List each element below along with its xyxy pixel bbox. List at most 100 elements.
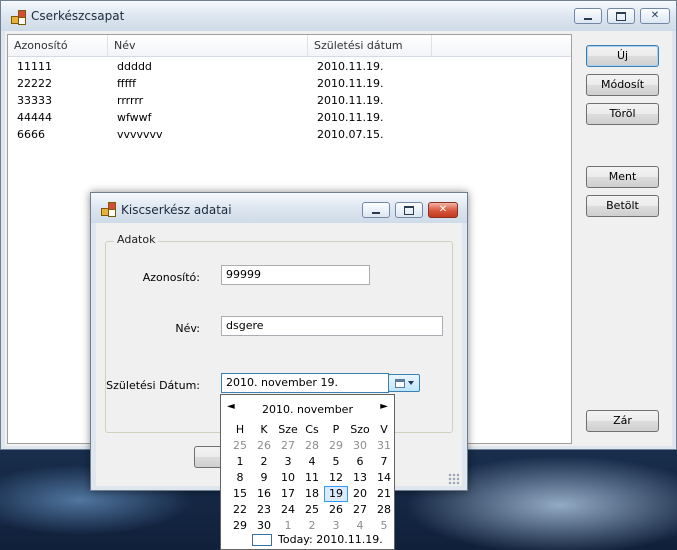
calendar-day[interactable]: 31	[372, 438, 396, 454]
calendar-day-selected[interactable]: 19	[324, 486, 348, 502]
calendar-day[interactable]: 25	[300, 502, 324, 518]
cell-name: rrrrrr	[117, 94, 144, 107]
list-row[interactable]: 11111 ddddd 2010.11.19.	[8, 58, 571, 75]
list-row[interactable]: 6666 vvvvvvv 2010.07.15.	[8, 126, 571, 143]
calendar-day[interactable]: 13	[348, 470, 372, 486]
calendar-icon	[394, 378, 405, 388]
calendar-day[interactable]: 23	[252, 502, 276, 518]
weekday-header: Sze	[278, 423, 298, 436]
calendar-day[interactable]: 2	[252, 454, 276, 470]
modify-button[interactable]: Módosít	[586, 74, 659, 96]
calendar-day[interactable]: 11	[300, 470, 324, 486]
load-button[interactable]: Betölt	[586, 195, 659, 217]
list-header: Azonosító Név Születési dátum	[8, 35, 571, 57]
cell-id: 44444	[17, 111, 52, 124]
list-row[interactable]: 44444 wfwwf 2010.11.19.	[8, 109, 571, 126]
name-field[interactable]: dsgere	[221, 316, 443, 336]
dialog-minimize-button[interactable]	[362, 202, 390, 218]
calendar-day[interactable]: 30	[348, 438, 372, 454]
delete-button[interactable]: Töröl	[586, 103, 659, 125]
chevron-right-icon[interactable]: ►	[380, 401, 388, 412]
calendar-day[interactable]: 3	[276, 454, 300, 470]
resize-grip[interactable]	[448, 473, 460, 485]
calendar-day[interactable]: 21	[372, 486, 396, 502]
calendar-day[interactable]: 24	[276, 502, 300, 518]
calendar-day[interactable]: 8	[228, 470, 252, 486]
weekday-header: P	[332, 423, 340, 436]
cell-name: vvvvvvv	[117, 128, 163, 141]
calendar-day[interactable]: 27	[276, 438, 300, 454]
close-button[interactable]: Zár	[586, 410, 659, 432]
calendar-day[interactable]: 2	[300, 518, 324, 534]
calendar-day[interactable]: 26	[324, 502, 348, 518]
app-icon	[11, 10, 27, 25]
calendar-day[interactable]: 9	[252, 470, 276, 486]
calendar-day[interactable]: 27	[348, 502, 372, 518]
birth-label: Születési Dátum:	[106, 379, 200, 392]
main-window-title: Cserkészcsapat	[31, 9, 125, 23]
calendar-month-title[interactable]: 2010. november	[221, 403, 394, 416]
dialog-app-icon	[101, 202, 117, 217]
calendar-day[interactable]: 5	[372, 518, 396, 534]
column-header-birth[interactable]: Születési dátum	[308, 35, 432, 56]
list-row[interactable]: 22222 fffff 2010.11.19.	[8, 75, 571, 92]
minimize-icon	[372, 211, 380, 214]
cell-birth: 2010.11.19.	[317, 111, 384, 124]
calendar-day[interactable]: 15	[228, 486, 252, 502]
weekday-header: V	[380, 423, 388, 436]
column-header-name[interactable]: Név	[108, 35, 308, 56]
date-dropdown-button[interactable]	[388, 374, 420, 392]
calendar-day[interactable]: 29	[228, 518, 252, 534]
dialog-titlebar[interactable]: Kiscserkész adatai ✕	[91, 193, 467, 223]
group-caption: Adatok	[114, 233, 159, 246]
name-label: Név:	[175, 322, 200, 335]
weekday-header: Szo	[350, 423, 370, 436]
cell-name: wfwwf	[117, 111, 152, 124]
maximize-icon	[404, 205, 414, 215]
minimize-button[interactable]	[574, 8, 602, 24]
month-calendar[interactable]: ◄ 2010. november ► H K Sze Cs P Szo V 25…	[220, 394, 395, 550]
calendar-day[interactable]: 28	[300, 438, 324, 454]
calendar-day[interactable]: 16	[252, 486, 276, 502]
calendar-day[interactable]: 14	[372, 470, 396, 486]
cell-birth: 2010.07.15.	[317, 128, 384, 141]
new-button[interactable]: Új	[586, 45, 659, 67]
birth-date-picker[interactable]: 2010. november 19.	[221, 373, 389, 393]
calendar-day[interactable]: 1	[228, 454, 252, 470]
calendar-day[interactable]: 22	[228, 502, 252, 518]
calendar-day[interactable]: 10	[276, 470, 300, 486]
close-window-button[interactable]: ✕	[640, 8, 670, 24]
calendar-day[interactable]: 26	[252, 438, 276, 454]
calendar-day[interactable]: 30	[252, 518, 276, 534]
calendar-day[interactable]: 12	[324, 470, 348, 486]
calendar-day[interactable]: 25	[228, 438, 252, 454]
calendar-day[interactable]: 1	[276, 518, 300, 534]
dialog-close-button[interactable]: ✕	[428, 202, 458, 218]
dialog-title: Kiscserkész adatai	[121, 203, 232, 217]
maximize-icon	[616, 11, 626, 21]
calendar-day[interactable]: 7	[372, 454, 396, 470]
close-icon: ✕	[650, 10, 660, 21]
today-link[interactable]: Today: 2010.11.19.	[278, 533, 383, 546]
calendar-day[interactable]: 28	[372, 502, 396, 518]
calendar-day[interactable]: 4	[348, 518, 372, 534]
main-titlebar[interactable]: Cserkészcsapat ✕	[1, 1, 676, 31]
calendar-day[interactable]: 18	[300, 486, 324, 502]
close-icon: ✕	[438, 204, 448, 215]
calendar-day[interactable]: 17	[276, 486, 300, 502]
today-marker-icon	[252, 534, 272, 546]
dialog-maximize-button[interactable]	[395, 202, 423, 218]
save-button[interactable]: Ment	[586, 166, 659, 188]
cell-name: ddddd	[117, 60, 152, 73]
column-header-id[interactable]: Azonosító	[8, 35, 108, 56]
calendar-day[interactable]: 4	[300, 454, 324, 470]
calendar-day[interactable]: 3	[324, 518, 348, 534]
maximize-button[interactable]	[607, 8, 635, 24]
id-field[interactable]: 99999	[221, 265, 370, 285]
calendar-day[interactable]: 6	[348, 454, 372, 470]
list-row[interactable]: 33333 rrrrrr 2010.11.19.	[8, 92, 571, 109]
calendar-day[interactable]: 5	[324, 454, 348, 470]
weekday-header: K	[260, 423, 268, 436]
calendar-day[interactable]: 29	[324, 438, 348, 454]
calendar-day[interactable]: 20	[348, 486, 372, 502]
